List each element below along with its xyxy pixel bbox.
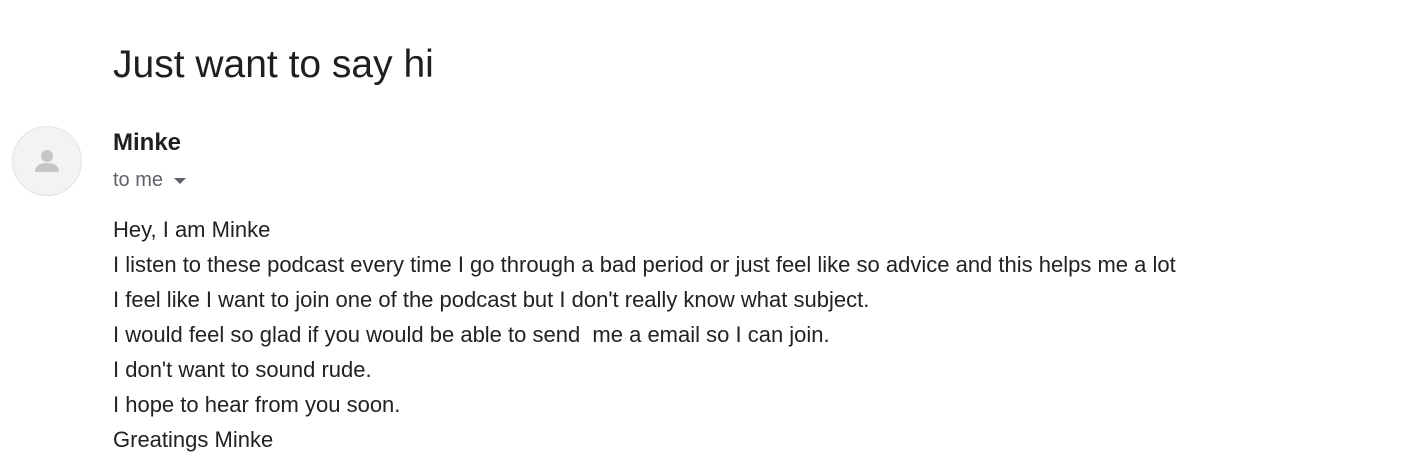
recipient-details-toggle[interactable]: to me (113, 166, 187, 194)
body-line: I hope to hear from you soon. (113, 392, 401, 417)
chevron-down-icon[interactable] (174, 178, 187, 184)
email-subject: Just want to say hi (113, 43, 434, 86)
body-line: Greatings Minke (113, 427, 274, 452)
body-line: I don't want to sound rude. (113, 357, 372, 382)
email-body: Hey, I am Minke I listen to these podcas… (113, 212, 1393, 457)
sender-name[interactable]: Minke (113, 128, 181, 158)
body-line: Hey, I am Minke (113, 217, 271, 242)
sender-avatar[interactable] (12, 126, 82, 196)
body-line: I listen to these podcast every time I g… (113, 252, 1176, 277)
recipient-label: to me (113, 169, 164, 191)
body-line: I feel like I want to join one of the po… (113, 287, 870, 312)
person-icon (35, 150, 59, 172)
body-line: I would feel so glad if you would be abl… (113, 322, 830, 347)
